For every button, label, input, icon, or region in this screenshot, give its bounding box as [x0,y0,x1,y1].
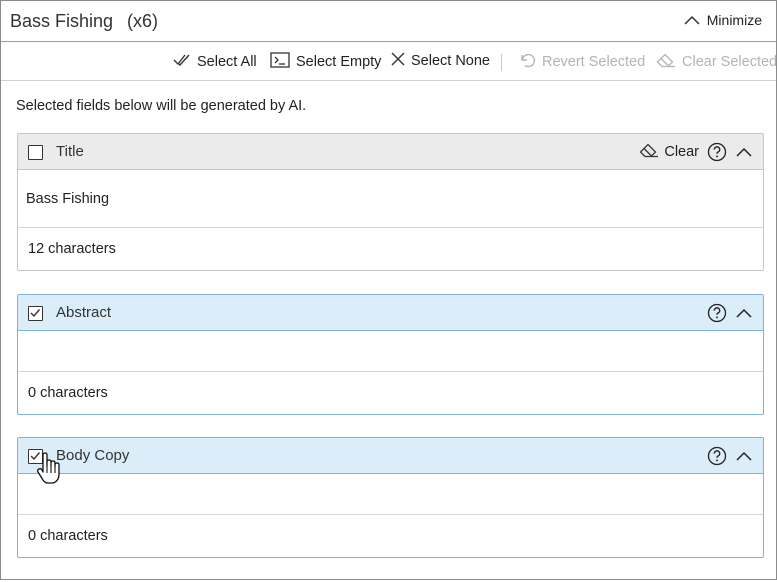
chevron-up-icon [684,12,700,28]
terminal-box-icon [270,52,290,72]
field-value[interactable]: Bass Fishing [18,170,763,228]
clear-selected-button[interactable]: Clear Selected [656,52,777,72]
ai-generation-note: Selected fields below will be generated … [16,98,307,114]
collapse-chevron-icon[interactable] [735,146,753,158]
field-checkbox[interactable] [28,145,43,160]
field-label: Abstract [56,304,112,321]
field-panel-abstract: Abstract 0 characters [17,294,764,415]
clear-field-label: Clear [664,144,699,160]
field-panel-title: Title Clear Bass Fishing 12 characters [17,133,764,271]
select-none-button[interactable]: Select None [391,52,490,70]
character-count: 0 characters [28,385,108,401]
minimize-button[interactable]: Minimize [684,12,762,28]
help-icon[interactable] [707,446,727,466]
field-value[interactable] [18,474,763,515]
field-value[interactable] [18,331,763,372]
collapse-chevron-icon[interactable] [735,450,753,462]
close-icon [391,52,405,70]
field-header: Abstract [18,295,763,331]
select-all-label: Select All [197,54,257,70]
window-title-text: Bass Fishing [10,11,114,31]
character-count: 12 characters [28,241,116,257]
select-none-label: Select None [411,53,490,69]
checkmark-icon [30,309,41,318]
select-all-button[interactable]: Select All [173,52,257,72]
revert-selected-label: Revert Selected [542,54,646,70]
select-empty-button[interactable]: Select Empty [270,52,381,72]
field-checkbox[interactable] [28,449,43,464]
undo-icon [518,52,536,72]
character-count: 0 characters [28,528,108,544]
toolbar: Select All Select Empty Select None Reve… [1,43,777,81]
revert-selected-button[interactable]: Revert Selected [518,52,645,72]
field-actions: Clear [639,142,753,162]
ai-field-generator-window: Bass Fishing (x6) Minimize Select All Sel… [0,0,777,580]
field-header: Title Clear [18,134,763,170]
field-header: Body Copy [18,438,763,474]
clear-selected-label: Clear Selected [682,54,777,70]
checkmark-icon [30,452,41,461]
field-label: Body Copy [56,447,130,464]
clear-field-button[interactable]: Clear [639,142,699,162]
eraser-icon [639,142,659,162]
collapse-chevron-icon[interactable] [735,307,753,319]
eraser-icon [656,52,676,72]
help-icon[interactable] [707,142,727,162]
field-panel-body-copy: Body Copy 0 characters [17,437,764,558]
field-checkbox[interactable] [28,306,43,321]
field-actions [707,446,753,466]
field-label: Title [56,143,84,160]
title-bar: Bass Fishing (x6) Minimize [1,1,776,42]
select-empty-label: Select Empty [296,54,382,70]
field-actions [707,303,753,323]
help-icon[interactable] [707,303,727,323]
toolbar-divider [501,54,502,71]
double-check-icon [173,52,191,72]
minimize-label: Minimize [706,12,762,28]
item-count: (x6) [127,11,159,31]
window-title: Bass Fishing (x6) [10,11,158,32]
